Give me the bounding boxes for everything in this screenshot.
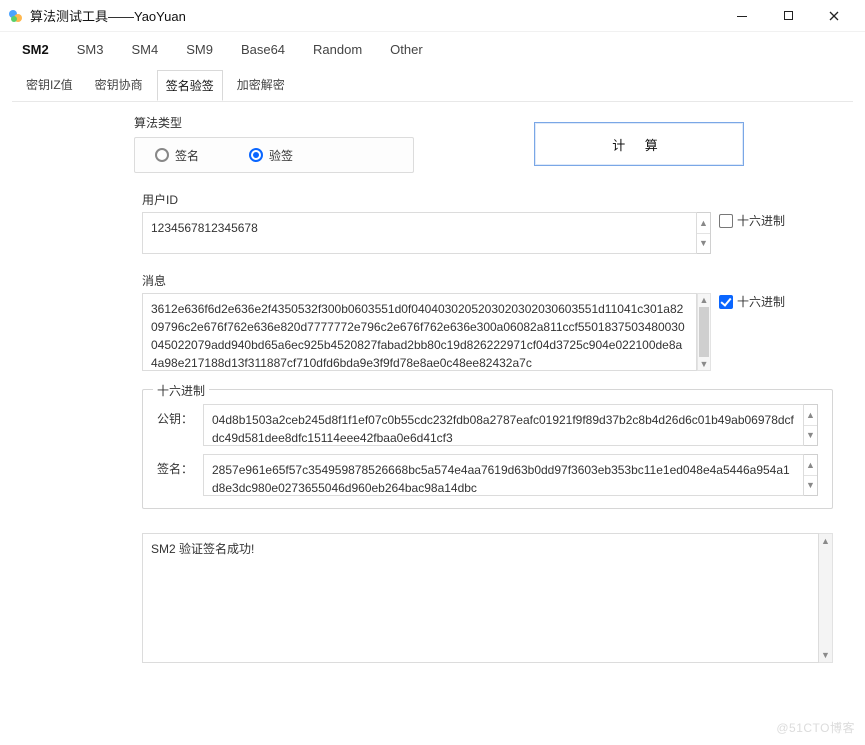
scroll-down-icon[interactable]: ▼ <box>698 358 710 370</box>
radio-sign[interactable]: 签名 <box>155 147 199 164</box>
message-input[interactable]: 3612e636f6d2e636e2f4350532f300b0603551d0… <box>142 293 697 371</box>
signature-input[interactable]: 2857e961e65f57c354959878526668bc5a574e4a… <box>203 454 804 496</box>
tab-sm4[interactable]: SM4 <box>119 37 170 64</box>
minimize-button[interactable] <box>719 1 765 31</box>
sub-tabbar: 密钥IZ值 密钥协商 签名验签 加密解密 <box>0 64 865 101</box>
radio-verify-label: 验签 <box>269 147 293 164</box>
chevron-up-icon[interactable]: ▲ <box>697 213 710 234</box>
hex-group: 十六进制 公钥： 04d8b1503a2ceb245d8f1f1ef07c0b5… <box>142 389 833 509</box>
pubkey-stepper[interactable]: ▲ ▼ <box>804 404 818 446</box>
subtab-encrypt[interactable]: 加密解密 <box>229 70 293 101</box>
window-controls <box>719 1 857 31</box>
watermark: @51CTO博客 <box>776 719 855 736</box>
radio-sign-input[interactable] <box>155 148 169 162</box>
userid-input[interactable]: 1234567812345678 <box>142 212 697 254</box>
message-scrollbar[interactable]: ▲ ▼ <box>697 293 711 371</box>
tab-sm9[interactable]: SM9 <box>174 37 225 64</box>
pubkey-input[interactable]: 04d8b1503a2ceb245d8f1f1ef07c0b55cdc232fd… <box>203 404 804 446</box>
userid-stepper[interactable]: ▲ ▼ <box>697 212 711 254</box>
userid-hex-wrap: 十六进制 <box>719 212 785 229</box>
tab-base64[interactable]: Base64 <box>229 37 297 64</box>
subtab-keyvalue[interactable]: 密钥IZ值 <box>18 70 81 101</box>
result-output[interactable]: SM2 验证签名成功! <box>142 533 819 663</box>
titlebar: 算法测试工具——YaoYuan <box>0 0 865 32</box>
algorithm-group: 算法类型 签名 验签 <box>134 114 414 173</box>
subtab-keyagree[interactable]: 密钥协商 <box>87 70 151 101</box>
tab-random[interactable]: Random <box>301 37 374 64</box>
chevron-up-icon[interactable]: ▲ <box>804 455 817 476</box>
scroll-up-icon[interactable]: ▲ <box>698 294 710 306</box>
tab-sm3[interactable]: SM3 <box>65 37 116 64</box>
algorithm-radio-box: 签名 验签 <box>134 137 414 173</box>
message-hex-checkbox[interactable] <box>719 295 733 309</box>
tab-sm2[interactable]: SM2 <box>10 37 61 64</box>
hex-group-legend: 十六进制 <box>153 382 209 399</box>
scroll-up-icon[interactable]: ▲ <box>819 534 832 548</box>
tab-other[interactable]: Other <box>378 37 435 64</box>
maximize-button[interactable] <box>765 1 811 31</box>
calculate-button[interactable]: 计 算 <box>534 122 744 166</box>
subtab-signverify[interactable]: 签名验签 <box>157 70 223 101</box>
algorithm-label: 算法类型 <box>134 114 414 131</box>
radio-sign-label: 签名 <box>175 147 199 164</box>
top-tabbar: SM2 SM3 SM4 SM9 Base64 Random Other <box>0 32 865 64</box>
userid-label: 用户ID <box>142 191 841 208</box>
userid-hex-label: 十六进制 <box>737 212 785 229</box>
result-scrollbar[interactable]: ▲ ▼ <box>819 533 833 663</box>
message-hex-wrap: 十六进制 <box>719 293 785 310</box>
app-icon <box>8 8 24 24</box>
chevron-down-icon[interactable]: ▼ <box>804 426 817 446</box>
window-title: 算法测试工具——YaoYuan <box>30 6 719 25</box>
chevron-up-icon[interactable]: ▲ <box>804 405 817 426</box>
close-button[interactable] <box>811 1 857 31</box>
scroll-thumb[interactable] <box>699 307 709 357</box>
scroll-down-icon[interactable]: ▼ <box>819 648 832 662</box>
message-hex-label: 十六进制 <box>737 293 785 310</box>
chevron-down-icon[interactable]: ▼ <box>804 476 817 496</box>
content-pane: 算法类型 签名 验签 计 算 用户ID 1234567812345678 ▲ ▼ <box>12 101 853 745</box>
signature-label: 签名： <box>157 454 203 477</box>
signature-stepper[interactable]: ▲ ▼ <box>804 454 818 496</box>
message-label: 消息 <box>142 272 841 289</box>
chevron-down-icon[interactable]: ▼ <box>697 234 710 254</box>
userid-hex-checkbox[interactable] <box>719 214 733 228</box>
radio-verify-input[interactable] <box>249 148 263 162</box>
pubkey-label: 公钥： <box>157 404 203 427</box>
radio-verify[interactable]: 验签 <box>249 147 293 164</box>
